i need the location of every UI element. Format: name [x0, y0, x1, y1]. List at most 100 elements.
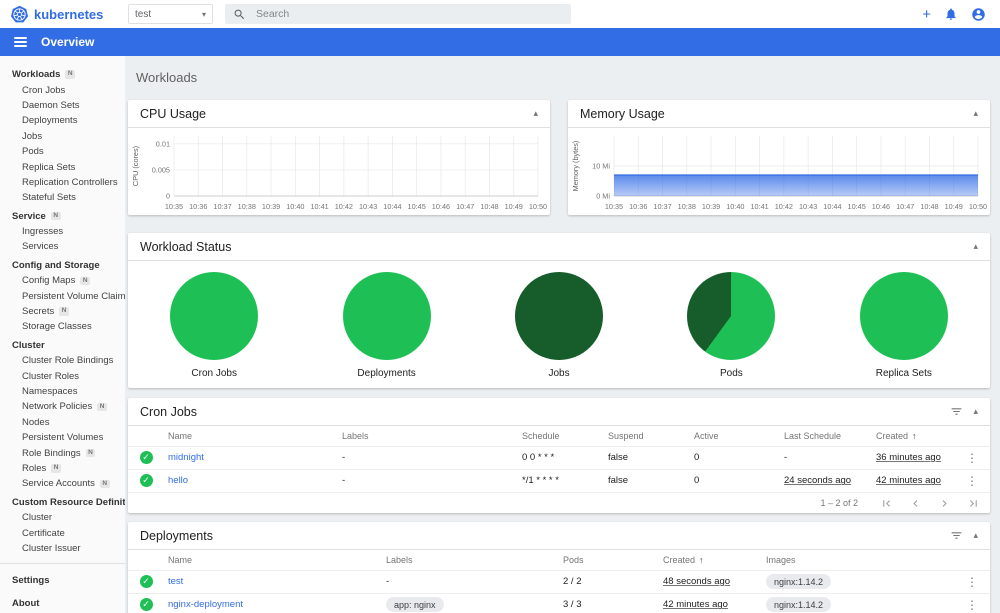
namespace-value: test — [135, 8, 152, 20]
sidebar-item-about[interactable]: About — [0, 593, 125, 613]
pagination-range-label: 1 – 2 of 2 — [820, 498, 858, 508]
card-title: Deployments — [140, 528, 213, 543]
sidebar-item-service-accounts[interactable]: Service Accounts N — [0, 476, 125, 491]
sidebar-item-settings[interactable]: Settings — [0, 570, 125, 590]
column-header-labels[interactable]: Labels — [338, 426, 518, 446]
column-header-suspend[interactable]: Suspend — [604, 426, 690, 446]
sidebar-item-cluster-roles[interactable]: Cluster Roles — [0, 368, 125, 383]
search-input[interactable] — [256, 8, 563, 20]
row-menu-button[interactable]: ⋮ — [960, 451, 984, 465]
cronjob-row: ✓ midnight -0 0 * * * false 0-36 minutes ago… — [128, 445, 990, 469]
account-icon[interactable] — [971, 7, 986, 22]
previous-page-icon[interactable] — [909, 497, 922, 510]
sidebar-item-secrets[interactable]: Secrets N — [0, 304, 125, 319]
next-page-icon[interactable] — [938, 497, 951, 510]
resource-link[interactable]: test — [168, 576, 183, 587]
resource-link[interactable]: hello — [168, 475, 188, 486]
workload-status-card: Workload Status ▴ Cron Jobs Deployments Jo… — [128, 233, 990, 388]
sidebar-item-cluster[interactable]: Cluster — [0, 510, 125, 525]
sidebar-item-label: Jobs — [22, 130, 43, 142]
namespace-selector[interactable]: test ▾ — [128, 4, 213, 24]
sidebar-item-stateful-sets[interactable]: Stateful Sets — [0, 190, 125, 205]
sidebar-item-role-bindings[interactable]: Role Bindings N — [0, 445, 125, 460]
menu-icon[interactable] — [14, 37, 27, 47]
column-header-created[interactable]: Created ↑ — [872, 426, 954, 446]
row-menu-button[interactable]: ⋮ — [960, 575, 984, 589]
sidebar-item-label: Storage Classes — [22, 321, 92, 333]
sidebar-item-deployments[interactable]: Deployments — [0, 113, 125, 128]
svg-text:10:40: 10:40 — [286, 202, 304, 211]
sidebar-item-replication-controllers[interactable]: Replication Controllers — [0, 175, 125, 190]
resource-link[interactable]: nginx-deployment — [168, 599, 243, 610]
sidebar-item-label: Service — [12, 210, 46, 222]
svg-text:0 Mi: 0 Mi — [596, 192, 610, 201]
sidebar-item-persistent-volumes[interactable]: Persistent Volumes — [0, 430, 125, 445]
label-chip: nginx:1.14.2 — [766, 574, 832, 589]
deployment-row: ✓ nginx-deployment app: nginx 3 / 3 42 minut… — [128, 592, 990, 613]
search-icon — [233, 8, 246, 21]
sidebar-item-persistent-volume-claims[interactable]: Persistent Volume ClaimsN — [0, 288, 125, 303]
sidebar-item-label: Network Policies — [22, 401, 93, 413]
sidebar-item-cluster-role-bindings[interactable]: Cluster Role Bindings — [0, 353, 125, 368]
svg-text:10:46: 10:46 — [872, 202, 890, 211]
svg-text:10:44: 10:44 — [383, 202, 401, 211]
sidebar-item-jobs[interactable]: Jobs — [0, 129, 125, 144]
kubernetes-logo[interactable]: kubernetes — [10, 5, 128, 24]
collapse-card-icon[interactable]: ▴ — [973, 241, 978, 252]
resource-link[interactable]: midnight — [168, 452, 204, 463]
svg-text:10:38: 10:38 — [678, 202, 696, 211]
usage-charts-row: CPU Usage ▴ 10:35 10:36 10:37 10:38 10:39 10:… — [128, 100, 990, 215]
pie-label: Pods — [720, 368, 743, 379]
sidebar-item-ingresses[interactable]: Ingresses — [0, 224, 125, 239]
sidebar: Workloads N Cron Jobs Daemon Sets Deployment… — [0, 56, 125, 613]
sidebar-item-daemon-sets[interactable]: Daemon Sets — [0, 98, 125, 113]
svg-text:10:44: 10:44 — [823, 202, 841, 211]
sidebar-item-roles[interactable]: Roles N — [0, 461, 125, 476]
collapse-card-icon[interactable]: ▴ — [973, 406, 978, 417]
column-header-images[interactable]: Images — [762, 550, 954, 570]
column-header-last-schedule[interactable]: Last Schedule — [780, 426, 872, 446]
workload-pie-pods: Pods — [645, 272, 817, 379]
last-page-icon[interactable] — [967, 497, 980, 510]
collapse-card-icon[interactable]: ▴ — [533, 108, 538, 119]
sidebar-item-nodes[interactable]: Nodes — [0, 415, 125, 430]
search-bar[interactable] — [225, 4, 571, 24]
sidebar-item-pods[interactable]: Pods — [0, 144, 125, 159]
column-header-labels[interactable]: Labels — [382, 550, 559, 570]
column-header-schedule[interactable]: Schedule — [518, 426, 604, 446]
sidebar-item-label: Namespaces — [22, 386, 78, 397]
status-ok-icon: ✓ — [139, 575, 153, 588]
column-header-pods[interactable]: Pods — [559, 550, 659, 570]
sidebar-item-replica-sets[interactable]: Replica Sets — [0, 159, 125, 174]
sidebar-item-namespaces[interactable]: Namespaces — [0, 384, 125, 399]
page-title: Workloads — [136, 70, 198, 85]
filter-icon[interactable] — [950, 529, 963, 542]
collapse-card-icon[interactable]: ▴ — [973, 530, 978, 541]
sidebar-item-network-policies[interactable]: Network Policies N — [0, 399, 125, 414]
sidebar-item-workloads[interactable]: Workloads N — [0, 67, 125, 82]
column-header-active[interactable]: Active — [690, 426, 780, 446]
sidebar-item-config-maps[interactable]: Config Maps N — [0, 273, 125, 288]
column-header-name[interactable]: Name — [164, 426, 338, 446]
blue-toolbar: Overview — [0, 28, 1000, 56]
sidebar-item-cluster-issuer[interactable]: Cluster Issuer — [0, 541, 125, 556]
sidebar-item-cron-jobs[interactable]: Cron Jobs — [0, 82, 125, 97]
table-header-row: Name Labels Pods Created ↑ Images — [128, 550, 990, 570]
column-header-name[interactable]: Name — [164, 550, 382, 570]
sidebar-item-service[interactable]: Service N — [0, 209, 125, 224]
sidebar-item-label: Roles — [22, 462, 47, 474]
filter-icon[interactable] — [950, 405, 963, 418]
collapse-card-icon[interactable]: ▴ — [973, 108, 978, 119]
column-header-created[interactable]: Created ↑ — [659, 550, 762, 570]
create-resource-button[interactable]: + — [922, 7, 931, 22]
sidebar-item-services[interactable]: Services — [0, 239, 125, 254]
sidebar-item-certificate[interactable]: Certificate — [0, 525, 125, 540]
sidebar-item-storage-classes[interactable]: Storage Classes — [0, 319, 125, 334]
suspend-cell: false — [604, 468, 690, 492]
row-menu-button[interactable]: ⋮ — [960, 474, 984, 488]
top-header: kubernetes test ▾ + — [0, 0, 1000, 28]
row-menu-button[interactable]: ⋮ — [960, 598, 984, 612]
sidebar-item-label: Cluster — [12, 339, 45, 351]
notifications-bell-icon[interactable] — [944, 7, 958, 21]
first-page-icon[interactable] — [880, 497, 893, 510]
